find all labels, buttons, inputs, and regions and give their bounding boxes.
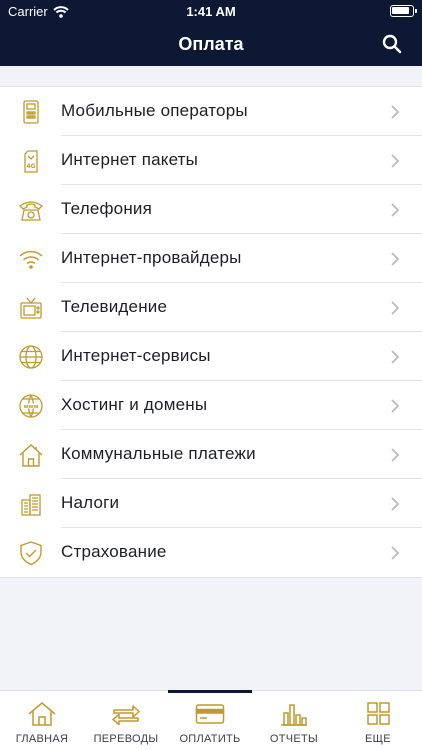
list-item-insurance[interactable]: Страхование xyxy=(0,528,422,577)
list-item-label: Хостинг и домены xyxy=(61,395,208,414)
list-item-television[interactable]: Телевидение xyxy=(0,283,422,332)
search-icon[interactable] xyxy=(382,34,402,54)
list-item-label: Интернет-провайдеры xyxy=(61,248,242,267)
buildings-icon xyxy=(21,494,41,516)
tab-reports[interactable]: ОТЧЕТЫ xyxy=(252,691,336,750)
list-item-label: Налоги xyxy=(61,493,120,512)
tab-label: ОТЧЕТЫ xyxy=(269,733,319,745)
chevron-right-icon xyxy=(391,301,400,315)
nav-bar: Оплата xyxy=(0,22,422,66)
sim-card-4g-icon: 4G xyxy=(24,150,38,173)
active-tab-indicator xyxy=(168,690,252,693)
bar-chart-icon xyxy=(281,704,307,726)
svg-text:4G: 4G xyxy=(26,163,35,170)
list-item-label: Телефония xyxy=(61,199,153,218)
chevron-right-icon xyxy=(391,448,400,462)
payment-category-list: Мобильные операторы 4G Интернет пакеты Т… xyxy=(0,86,422,578)
tab-label: ПЕРЕВОДЫ xyxy=(93,733,159,745)
tab-label: ОПЛАТИТЬ xyxy=(179,733,241,745)
page-title: Оплата xyxy=(178,34,244,54)
chevron-right-icon xyxy=(391,203,400,217)
list-item-utilities[interactable]: Коммунальные платежи xyxy=(0,430,422,479)
tv-icon xyxy=(20,297,42,319)
status-bar: Carrier 1:41 AM xyxy=(0,0,422,22)
tab-label: ГЛАВНАЯ xyxy=(15,733,69,745)
list-item-label: Телевидение xyxy=(61,297,168,316)
chevron-right-icon xyxy=(391,497,400,511)
status-time: 1:41 AM xyxy=(186,4,236,19)
tab-label: ЕЩЕ xyxy=(365,733,391,745)
list-item-internet-providers[interactable]: Интернет-провайдеры xyxy=(0,234,422,283)
list-item-hosting-domains[interactable]: www Хостинг и домены xyxy=(0,381,422,430)
chevron-right-icon xyxy=(391,252,400,266)
tab-more[interactable]: ЕЩЕ xyxy=(336,691,420,750)
list-item-taxes[interactable]: Налоги xyxy=(0,479,422,528)
tab-transfers[interactable]: ПЕРЕВОДЫ xyxy=(84,691,168,750)
tab-home[interactable]: ГЛАВНАЯ xyxy=(0,691,84,750)
wifi-icon xyxy=(19,250,43,269)
list-item-label: Мобильные операторы xyxy=(61,101,248,120)
transfer-arrows-icon xyxy=(112,705,140,726)
list-item-telephony[interactable]: Телефония xyxy=(0,185,422,234)
list-item-label: Коммунальные платежи xyxy=(61,444,256,463)
shield-check-icon xyxy=(20,541,42,566)
credit-card-icon xyxy=(195,704,225,724)
globe-icon xyxy=(19,345,43,369)
list-item-internet-services[interactable]: Интернет-сервисы xyxy=(0,332,422,381)
mobile-phone-icon xyxy=(23,100,39,124)
www-globe-icon: www xyxy=(19,394,43,418)
top-bar: Carrier 1:41 AM Оплата xyxy=(0,0,422,66)
tab-bar: ГЛАВНАЯ ПЕРЕВОДЫ ОПЛАТИТЬ ОТЧЕТЫ ЕЩЕ xyxy=(0,690,422,750)
home-icon xyxy=(28,702,56,726)
telephone-icon xyxy=(19,201,43,221)
list-item-label: Интернет-сервисы xyxy=(61,346,211,365)
chevron-right-icon xyxy=(391,105,400,119)
list-item-internet-packages[interactable]: 4G Интернет пакеты xyxy=(0,136,422,185)
svg-text:www: www xyxy=(24,404,39,410)
list-item-label: Интернет пакеты xyxy=(61,150,199,169)
chevron-right-icon xyxy=(391,154,400,168)
battery-icon xyxy=(390,5,417,17)
grid-icon xyxy=(367,702,390,725)
chevron-right-icon xyxy=(391,546,400,560)
chevron-right-icon xyxy=(391,350,400,364)
house-icon xyxy=(19,444,43,467)
list-item-label: Страхование xyxy=(61,542,167,561)
chevron-right-icon xyxy=(391,399,400,413)
tab-pay[interactable]: ОПЛАТИТЬ xyxy=(168,690,252,750)
list-item-mobile-operators[interactable]: Мобильные операторы xyxy=(0,87,422,136)
